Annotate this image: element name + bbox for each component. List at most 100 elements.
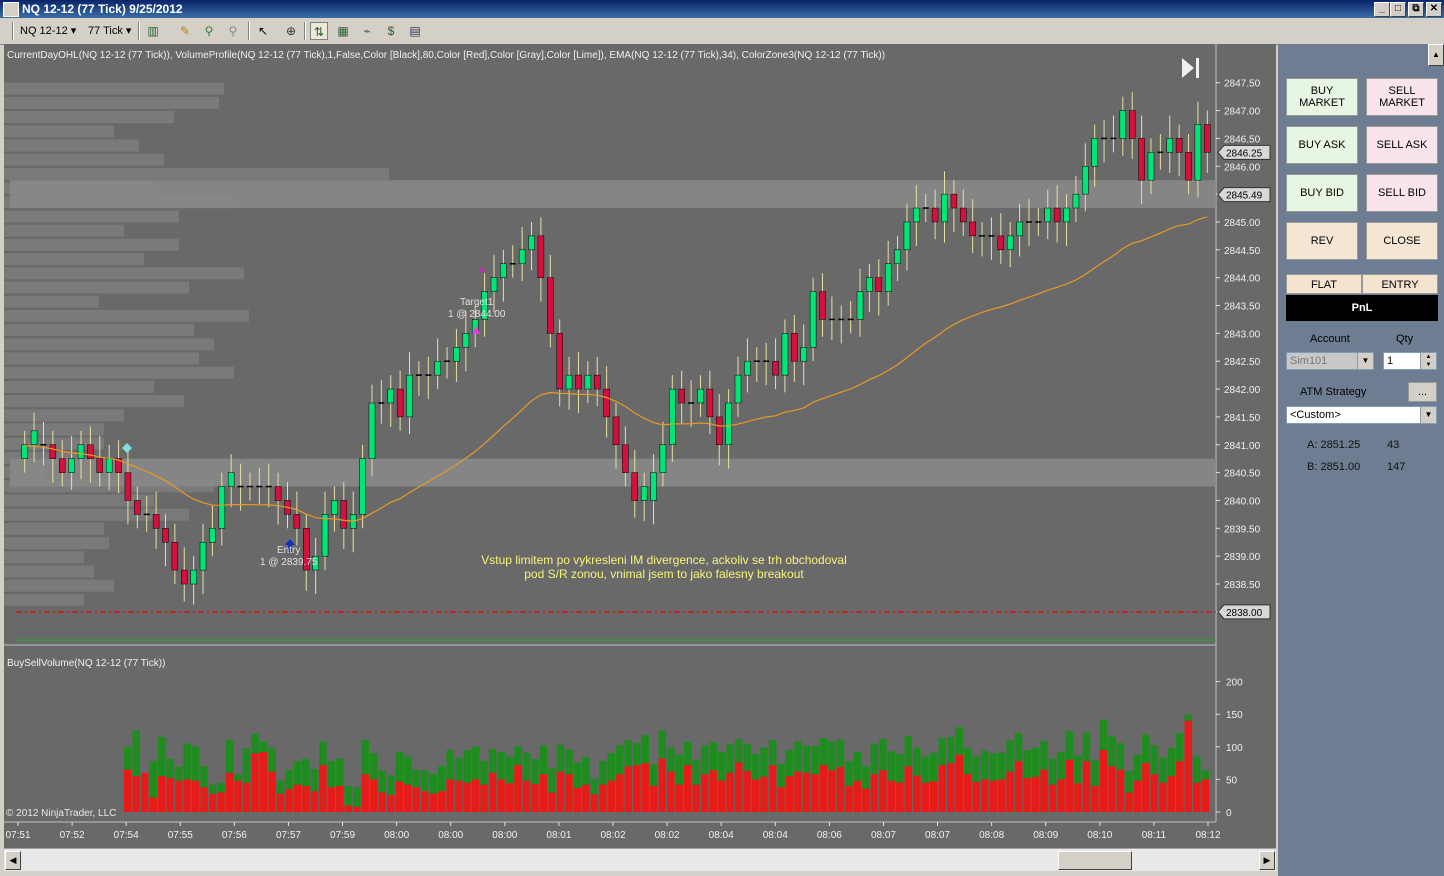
volume-tick-label: 50 bbox=[1226, 775, 1238, 786]
maximize-button[interactable]: ⧉ bbox=[1408, 2, 1424, 17]
candle-body bbox=[1006, 235, 1014, 251]
quantity-stepper[interactable]: 1 ▲ ▼ bbox=[1383, 352, 1437, 370]
price-tick-label: 2841.50 bbox=[1224, 413, 1261, 424]
candle-body bbox=[1204, 124, 1211, 153]
sell-volume-bar bbox=[845, 785, 853, 812]
volume-profile-bar bbox=[4, 82, 224, 95]
sell-ask-button[interactable]: SELL ASK bbox=[1366, 126, 1438, 164]
properties-icon[interactable]: ▤ bbox=[406, 22, 424, 40]
time-tick-label: 07:54 bbox=[114, 830, 139, 841]
sell-volume-bar bbox=[1125, 792, 1133, 812]
strategies-icon[interactable]: $ bbox=[382, 22, 400, 40]
sell-volume-bar bbox=[302, 785, 310, 812]
close-position-button[interactable]: CLOSE bbox=[1366, 222, 1438, 260]
sell-bid-button[interactable]: SELL BID bbox=[1366, 174, 1438, 212]
price-tick-label: 2840.50 bbox=[1224, 469, 1261, 480]
sell-volume-bar bbox=[1057, 779, 1065, 812]
zoom-icon[interactable]: ⊕ bbox=[282, 22, 300, 40]
candle-body bbox=[640, 486, 648, 501]
sell-volume-bar bbox=[607, 780, 616, 812]
ask-size: 43 bbox=[1387, 439, 1400, 451]
sell-volume-bar bbox=[225, 772, 234, 812]
panel-scroll-up-icon[interactable]: ▲ bbox=[1428, 44, 1444, 66]
sell-volume-bar bbox=[726, 772, 734, 812]
sell-volume-bar bbox=[251, 753, 259, 812]
spin-icon[interactable]: ▲ ▼ bbox=[1420, 353, 1436, 369]
candle-body bbox=[209, 528, 216, 543]
scroll-left-icon[interactable]: ◀ bbox=[5, 851, 21, 870]
sell-volume-bar bbox=[1184, 720, 1193, 812]
data-box-icon[interactable]: ▦ bbox=[334, 22, 352, 40]
price-tick-label: 2838.50 bbox=[1224, 580, 1261, 591]
candle-body bbox=[1091, 138, 1098, 167]
sell-volume-bar bbox=[437, 791, 446, 812]
restore-button[interactable]: □ bbox=[1390, 2, 1406, 17]
candle-body bbox=[715, 416, 723, 446]
candle-body bbox=[1185, 152, 1192, 181]
price-tick-label: 2844.00 bbox=[1224, 274, 1261, 285]
indicators-icon[interactable]: ⌁ bbox=[358, 22, 376, 40]
close-window-button[interactable]: ✕ bbox=[1426, 2, 1442, 17]
instrument-label: NQ 12-12 bbox=[20, 25, 68, 37]
sell-volume-bar bbox=[913, 775, 921, 812]
interval-selector[interactable]: 77 Tick ▾ bbox=[88, 22, 131, 40]
play-icon bbox=[1182, 58, 1194, 78]
volume-profile-bar bbox=[4, 139, 139, 152]
pin-remove-icon[interactable]: ⚲ bbox=[224, 22, 242, 40]
sell-volume-bar bbox=[1133, 780, 1142, 812]
price-tick-label: 2844.50 bbox=[1224, 246, 1261, 257]
level-tag: 2838.00 bbox=[1226, 608, 1263, 619]
sell-volume-bar bbox=[658, 758, 666, 812]
sell-volume-bar bbox=[896, 782, 904, 812]
pencil-icon[interactable]: ✎ bbox=[176, 22, 194, 40]
chart-area[interactable]: 2847.502847.002846.502846.002845.502845.… bbox=[4, 44, 1276, 848]
candle-body bbox=[1016, 221, 1023, 237]
candle-body bbox=[678, 388, 685, 404]
cursor-icon[interactable]: ↖ bbox=[254, 22, 272, 40]
candle-body bbox=[575, 374, 582, 390]
sell-volume-bar bbox=[930, 781, 938, 812]
chart-horizontal-scrollbar[interactable]: ◀ ▶ bbox=[4, 848, 1276, 871]
sell-volume-bar bbox=[420, 791, 429, 812]
sell-volume-bar bbox=[734, 762, 743, 812]
sell-market-button[interactable]: SELL MARKET bbox=[1366, 78, 1438, 116]
volume-profile-bar bbox=[4, 494, 154, 507]
scroll-thumb[interactable] bbox=[1058, 851, 1132, 870]
chevron-down-icon: ▼ bbox=[1357, 353, 1373, 369]
entry-detail: 1 @ 2839.75 bbox=[260, 557, 318, 568]
chart-trader-icon[interactable]: ⇅ bbox=[310, 22, 328, 40]
atm-options-button[interactable]: ... bbox=[1408, 382, 1437, 402]
buy-bid-button[interactable]: BUY BID bbox=[1286, 174, 1358, 212]
sell-volume-bar bbox=[879, 770, 887, 812]
sell-volume-bar bbox=[497, 779, 505, 812]
scroll-right-icon[interactable]: ▶ bbox=[1259, 851, 1275, 870]
sell-volume-bar bbox=[1176, 761, 1184, 812]
chevron-down-icon: ▾ bbox=[125, 25, 132, 37]
pin-icon[interactable]: ⚲ bbox=[200, 22, 218, 40]
candle-body bbox=[537, 235, 545, 278]
candle-body bbox=[218, 486, 226, 529]
candle-body bbox=[68, 458, 75, 473]
sell-volume-bar bbox=[505, 783, 514, 812]
candle-body bbox=[622, 444, 629, 473]
chart-canvas: 2847.502847.002846.502846.002845.502845.… bbox=[4, 44, 1271, 841]
instrument-selector[interactable]: NQ 12-12 ▾ bbox=[20, 22, 76, 40]
candle-body bbox=[669, 388, 676, 446]
price-tick-label: 2843.50 bbox=[1224, 302, 1261, 313]
bar-style-icon[interactable]: ▥ bbox=[144, 22, 162, 40]
candle-body bbox=[340, 500, 348, 529]
volume-tick-label: 0 bbox=[1226, 808, 1232, 819]
interval-label: 77 Tick bbox=[88, 25, 123, 37]
buy-market-button[interactable]: BUY MARKET bbox=[1286, 78, 1358, 116]
reverse-button[interactable]: REV bbox=[1286, 222, 1358, 260]
minimize-button[interactable]: _ bbox=[1374, 2, 1390, 17]
candle-body bbox=[134, 500, 141, 515]
candle-body bbox=[1138, 138, 1145, 181]
buy-ask-button[interactable]: BUY ASK bbox=[1286, 126, 1358, 164]
account-select[interactable]: Sim101 ▼ bbox=[1286, 352, 1374, 370]
sell-volume-bar bbox=[132, 776, 140, 812]
atm-strategy-select[interactable]: <Custom> ▼ bbox=[1286, 406, 1437, 424]
candle-body bbox=[913, 207, 920, 223]
volume-profile-bar bbox=[4, 224, 124, 237]
sell-volume-bar bbox=[1031, 776, 1040, 812]
